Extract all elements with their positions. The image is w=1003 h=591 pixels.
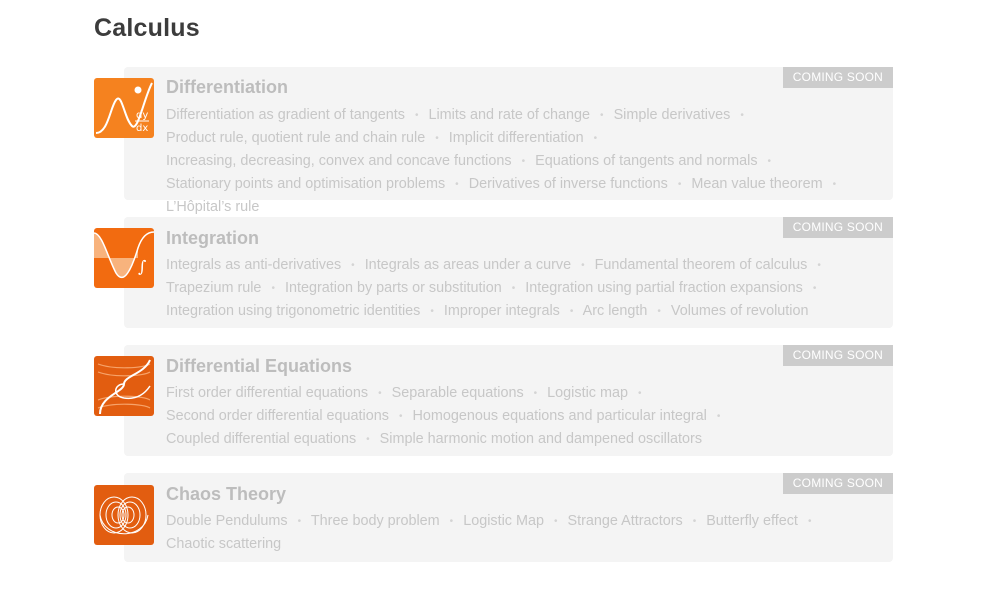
topic-item: Separable equations xyxy=(391,385,524,401)
topic-item: Arc length xyxy=(582,303,648,319)
topic-separator: • xyxy=(553,516,558,527)
course-title[interactable]: Differentiation xyxy=(166,77,288,98)
topic-separator: • xyxy=(600,110,604,121)
topic-item: Differentiation as gradient of tangents xyxy=(166,107,405,123)
topic-item: Fundamental theorem of calculus xyxy=(594,257,808,273)
topic-item: Volumes of revolution xyxy=(670,303,809,319)
topic-separator: • xyxy=(455,179,459,190)
svg-text:dx: dx xyxy=(136,123,148,134)
topic-separator: • xyxy=(430,306,434,317)
topic-item: Limits and rate of change xyxy=(428,107,591,123)
topic-item: Product rule, quotient rule and chain ru… xyxy=(166,130,426,146)
topic-separator: • xyxy=(716,411,721,422)
topic-separator: • xyxy=(569,306,574,317)
slope-field-icon xyxy=(94,356,154,416)
topic-separator: • xyxy=(657,306,661,317)
integral-curve-icon: ∫ xyxy=(94,228,154,288)
topic-list: Integrals as anti-derivatives • Integral… xyxy=(166,254,866,323)
topic-item: Logistic map xyxy=(547,385,628,401)
topic-separator: • xyxy=(435,133,439,144)
topic-item: Simple derivatives xyxy=(613,107,731,123)
topic-item: Improper integrals xyxy=(443,303,560,319)
topic-separator: • xyxy=(832,179,837,190)
topic-item: Integrals as areas under a curve xyxy=(364,257,572,273)
topic-list: First order differential equations • Sep… xyxy=(166,382,866,451)
coming-soon-badge: COMING SOON xyxy=(782,67,893,88)
topic-item: Mean value theorem xyxy=(691,176,823,192)
topic-separator: • xyxy=(271,283,275,294)
topic-separator: • xyxy=(581,260,585,271)
topic-item: Increasing, decreasing, convex and conca… xyxy=(166,153,512,169)
topic-separator: • xyxy=(740,110,744,121)
topic-item: Double Pendulums xyxy=(166,513,288,529)
coming-soon-badge: COMING SOON xyxy=(782,345,893,366)
topic-item: Trapezium rule xyxy=(166,280,262,296)
topic-item: Logistic Map xyxy=(463,513,544,529)
topic-item: Simple harmonic motion and dampened osci… xyxy=(379,431,703,447)
course-title[interactable]: Chaos Theory xyxy=(166,484,286,505)
topic-separator: • xyxy=(297,516,302,527)
page-title: Calculus xyxy=(94,14,200,42)
derivative-dy-dx-icon: dy dx xyxy=(94,78,154,138)
topic-item: Homogenous equations and particular inte… xyxy=(412,408,707,424)
topic-item: Integration using trigonometric identiti… xyxy=(166,303,421,319)
svg-text:dy: dy xyxy=(136,110,148,121)
topic-separator: • xyxy=(807,516,812,527)
topic-item: First order differential equations xyxy=(166,385,369,401)
topic-separator: • xyxy=(511,283,516,294)
topic-separator: • xyxy=(677,179,682,190)
topic-separator: • xyxy=(593,133,598,144)
topic-separator: • xyxy=(414,110,419,121)
topic-separator: • xyxy=(366,434,370,445)
topic-item: Chaotic scattering xyxy=(166,536,282,552)
topic-item: Integration using partial fraction expan… xyxy=(525,280,803,296)
topic-item: Integration by parts or substitution xyxy=(284,280,502,296)
topic-item: Second order differential equations xyxy=(166,408,389,424)
topic-item: Stationary points and optimisation probl… xyxy=(166,176,446,192)
coming-soon-badge: COMING SOON xyxy=(782,217,893,238)
topic-separator: • xyxy=(637,388,642,399)
course-title[interactable]: Integration xyxy=(166,228,259,249)
topic-separator: • xyxy=(812,283,817,294)
strange-attractor-icon xyxy=(94,485,154,545)
topic-item: Implicit differentiation xyxy=(448,130,584,146)
topic-separator: • xyxy=(533,388,538,399)
topic-item: Equations of tangents and normals xyxy=(535,153,758,169)
topic-list: Differentiation as gradient of tangents … xyxy=(166,104,866,218)
topic-item: Strange Attractors xyxy=(567,513,683,529)
topic-item: Coupled differential equations xyxy=(166,431,357,447)
topic-separator: • xyxy=(817,260,821,271)
svg-text:∫: ∫ xyxy=(138,257,146,276)
topic-item: Butterfly effect xyxy=(706,513,798,529)
course-title[interactable]: Differential Equations xyxy=(166,356,352,377)
topic-separator: • xyxy=(398,411,403,422)
coming-soon-badge: COMING SOON xyxy=(782,473,893,494)
topic-separator: • xyxy=(521,156,526,167)
topic-separator: • xyxy=(767,156,772,167)
topic-item: L’Hôpital’s rule xyxy=(166,199,260,215)
topic-separator: • xyxy=(692,516,697,527)
topic-list: Double Pendulums • Three body problem • … xyxy=(166,510,866,555)
topic-item: Integrals as anti-derivatives xyxy=(166,257,342,273)
topic-item: Three body problem xyxy=(310,513,440,529)
topic-separator: • xyxy=(351,260,355,271)
topic-separator: • xyxy=(449,516,454,527)
topic-item: Derivatives of inverse functions xyxy=(468,176,668,192)
topic-separator: • xyxy=(378,388,382,399)
